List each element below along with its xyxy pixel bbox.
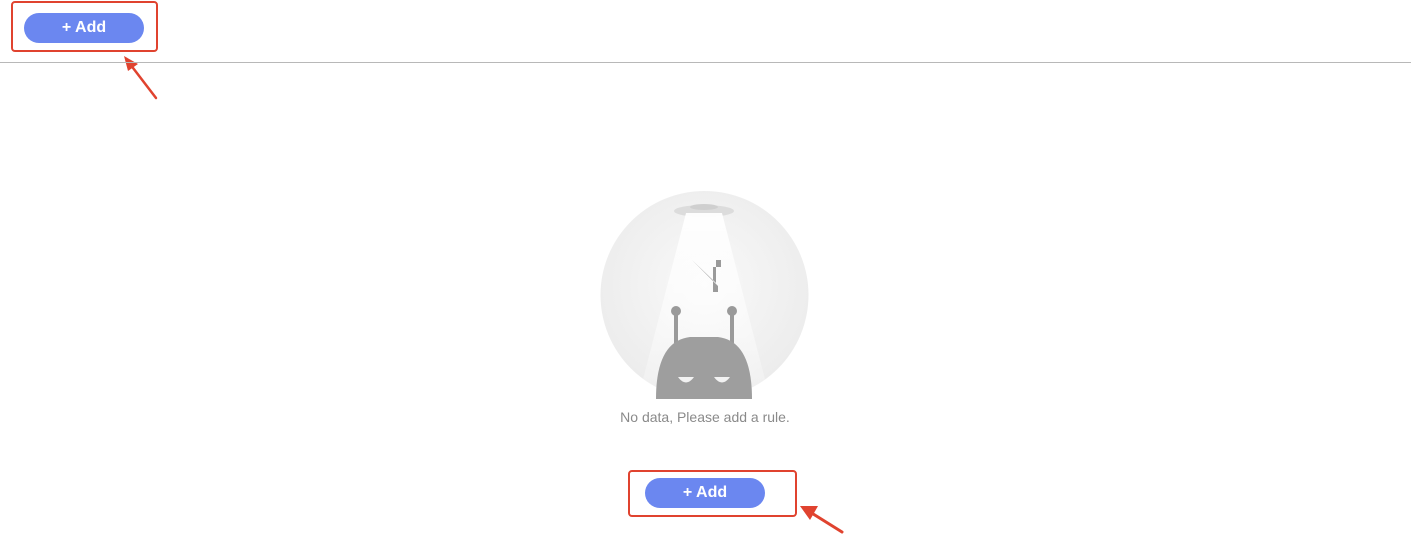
red-pointer-arrow-icon bbox=[124, 56, 158, 100]
empty-state-message: No data, Please add a rule. bbox=[620, 409, 790, 425]
red-pointer-arrow-icon bbox=[800, 506, 844, 534]
annotation-highlight-box bbox=[11, 1, 158, 52]
robot-spotlight-icon bbox=[600, 191, 809, 399]
toolbar: + Add bbox=[0, 0, 1411, 62]
annotation-highlight-box bbox=[628, 470, 797, 517]
header-divider bbox=[0, 62, 1411, 63]
